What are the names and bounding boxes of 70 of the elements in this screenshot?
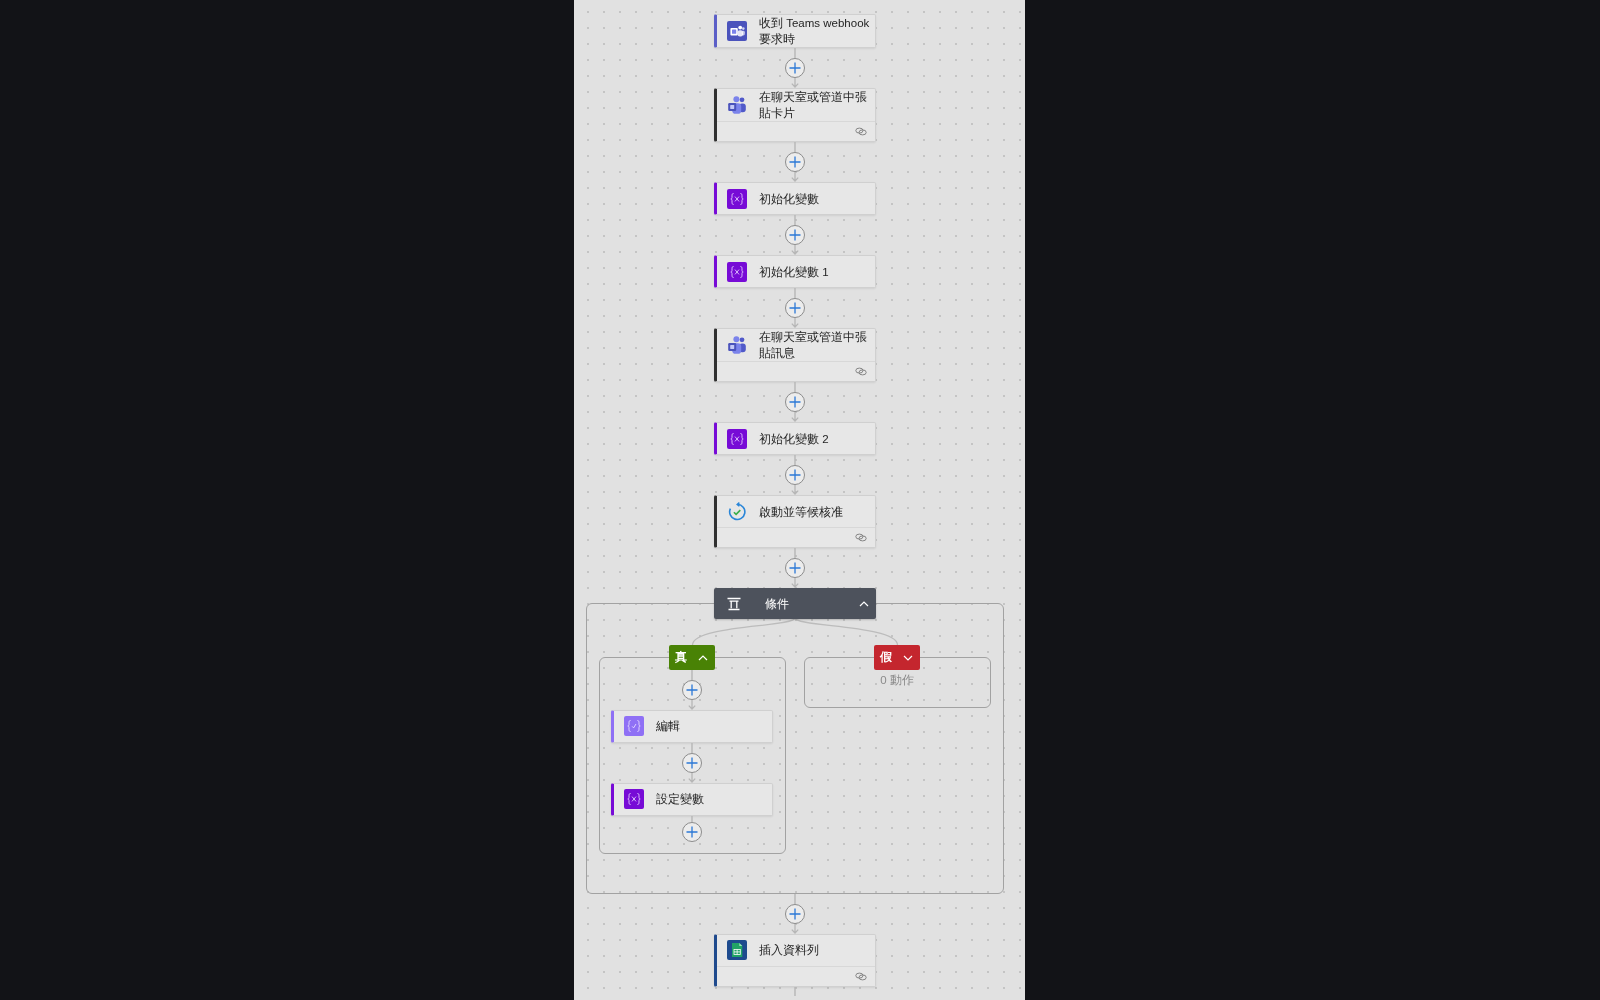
people-icon <box>727 95 747 115</box>
add-step-button[interactable] <box>785 465 805 485</box>
action-card[interactable]: 初始化變數 2 <box>714 422 876 455</box>
action-title: 編輯 <box>656 719 681 734</box>
action-card[interactable]: 設定變數 <box>611 782 773 816</box>
action-card[interactable]: 在聊天室或管道中張貼訊息 <box>714 328 876 382</box>
plus-icon <box>789 62 801 74</box>
action-card[interactable]: 啟動並等候核准 <box>714 495 876 548</box>
condition-header[interactable]: 條件 <box>714 588 876 619</box>
connector-arrow <box>791 172 799 182</box>
connector-arrow <box>688 772 696 783</box>
action-title: 收到 Teams webhook 要求時 <box>759 16 871 47</box>
action-card[interactable]: 收到 Teams webhook 要求時 <box>714 14 876 48</box>
plus-icon <box>789 907 801 920</box>
add-step-button[interactable] <box>785 152 805 172</box>
action-title: 初始化變數 1 <box>759 264 830 280</box>
chevron-down-icon <box>903 654 913 661</box>
connector-arrow <box>791 245 799 255</box>
circular-arrow-check-icon <box>727 501 747 522</box>
add-step-button[interactable] <box>682 821 702 842</box>
variable-icon <box>727 188 747 209</box>
connector-arrow <box>791 923 799 934</box>
connector-arrow <box>791 78 799 88</box>
action-title: 在聊天室或管道中張貼訊息 <box>759 330 868 361</box>
plus-icon <box>686 756 698 769</box>
chevron-up-icon <box>859 600 869 607</box>
plus-icon <box>686 683 698 696</box>
action-card[interactable]: 編輯 <box>611 709 773 743</box>
variable-icon <box>727 261 747 282</box>
plus-icon <box>789 302 801 314</box>
add-step-button[interactable] <box>785 903 805 924</box>
plus-icon <box>789 562 801 574</box>
people-tile-icon <box>727 21 747 41</box>
add-step-button[interactable] <box>785 392 805 412</box>
variable-icon <box>727 428 747 449</box>
spreadsheet-icon <box>727 940 747 960</box>
branch-toggle-button[interactable]: 假 <box>874 645 920 670</box>
connector-arrow <box>791 318 799 328</box>
braces-icon <box>624 716 644 736</box>
action-count: 0 動作 <box>880 672 914 688</box>
condition-title: 條件 <box>765 596 789 612</box>
people-icon <box>727 335 747 355</box>
action-title: 初始化變數 <box>759 191 820 207</box>
plus-icon <box>686 825 698 838</box>
action-card[interactable]: 初始化變數 <box>714 182 876 215</box>
connector-arrow <box>791 412 799 422</box>
plus-icon <box>789 229 801 241</box>
add-step-button[interactable] <box>682 679 702 700</box>
action-card[interactable]: 初始化變數 1 <box>714 255 876 288</box>
connector-arrow <box>791 578 799 588</box>
connector-arrow <box>791 485 799 495</box>
plus-icon <box>789 396 801 408</box>
add-step-button[interactable] <box>785 298 805 318</box>
add-step-button[interactable] <box>785 58 805 78</box>
add-step-button[interactable] <box>785 558 805 578</box>
plus-icon <box>789 469 801 481</box>
action-title: 在聊天室或管道中張貼卡片 <box>759 90 868 121</box>
connector-arrow <box>688 699 696 710</box>
variable-icon <box>624 789 644 809</box>
branch-toggle-button[interactable]: 真 <box>669 645 715 670</box>
action-card[interactable]: 插入資料列 <box>714 933 876 987</box>
add-step-button[interactable] <box>785 225 805 245</box>
chevron-up-icon <box>698 654 708 661</box>
add-step-button[interactable] <box>682 752 702 773</box>
action-title: 插入資料列 <box>759 943 820 958</box>
action-title: 啟動並等候核准 <box>759 504 844 520</box>
action-title: 設定變數 <box>656 792 705 807</box>
action-title: 初始化變數 2 <box>759 431 830 447</box>
action-card[interactable]: 在聊天室或管道中張貼卡片 <box>714 88 876 142</box>
plus-icon <box>789 156 801 168</box>
